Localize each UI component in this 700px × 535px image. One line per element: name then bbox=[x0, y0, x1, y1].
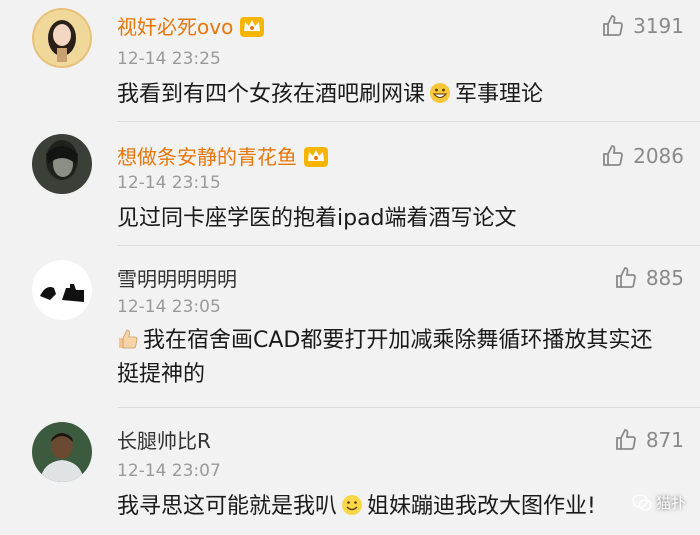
timestamp: 12-14 23:05 bbox=[117, 297, 221, 317]
comment-text-part: 军事理论 bbox=[455, 82, 544, 107]
comment-text-part: 我在宿舍画CAD都要打开加减乘除舞循环播放其实还挺提神的 bbox=[117, 328, 653, 387]
comment-text-part: 我寻思这可能就是我叭 bbox=[117, 494, 338, 519]
watermark: 猫扑 bbox=[632, 492, 686, 513]
thumbs-up-icon bbox=[615, 429, 636, 450]
avatar[interactable] bbox=[32, 260, 92, 320]
like-button[interactable]: 871 bbox=[614, 428, 684, 452]
username-text[interactable]: 雪明明明明明 bbox=[117, 266, 237, 292]
comment-text: 我看到有四个女孩在酒吧刷网课 军事理论 bbox=[117, 78, 677, 112]
timestamp: 12-14 23:25 bbox=[117, 49, 221, 69]
smile-emoji-icon bbox=[341, 493, 363, 515]
thumbs-up-icon bbox=[603, 145, 623, 166]
comment-text-part: 姐妹蹦迪我改大图作业! bbox=[367, 494, 596, 519]
like-count: 871 bbox=[645, 428, 684, 452]
timestamp: 12-14 23:07 bbox=[117, 461, 221, 481]
username-text[interactable]: 视奸必死ovo bbox=[117, 14, 233, 40]
avatar[interactable] bbox=[32, 422, 92, 482]
comment-item: 视奸必死ovo 12-14 23:25 3191 我看到有四个女孩在酒吧刷网课 军… bbox=[0, 0, 700, 122]
comment-item: 长腿帅比R 12-14 23:07 871 我寻思这可能就是我叭 姐妹蹦迪我改大图… bbox=[0, 408, 700, 535]
vip-crown-icon bbox=[239, 14, 265, 40]
vip-crown-icon bbox=[303, 144, 329, 170]
thumbs-up-icon bbox=[603, 15, 623, 36]
watermark-text: 猫扑 bbox=[655, 494, 686, 512]
username[interactable]: 想做条安静的青花鱼 bbox=[117, 144, 329, 170]
like-count: 2086 bbox=[633, 144, 684, 168]
avatar[interactable] bbox=[32, 134, 92, 194]
username[interactable]: 雪明明明明明 bbox=[117, 266, 237, 292]
timestamp: 12-14 23:15 bbox=[117, 173, 221, 193]
comment-text-part: 我看到有四个女孩在酒吧刷网课 bbox=[117, 82, 426, 107]
comment-item: 雪明明明明明 12-14 23:05 885 我在宿舍画CAD都要打开加减乘除舞… bbox=[0, 246, 700, 408]
thumbs-up-icon bbox=[615, 267, 636, 288]
like-count: 3191 bbox=[633, 14, 684, 38]
grin-emoji-icon bbox=[429, 81, 451, 103]
comment-text: 见过同卡座学医的抱着ipad端着酒写论文 bbox=[117, 206, 517, 231]
wechat-icon bbox=[632, 493, 652, 511]
comment-text: 我寻思这可能就是我叭 姐妹蹦迪我改大图作业! bbox=[117, 490, 677, 524]
avatar[interactable] bbox=[32, 8, 92, 68]
thumbs-up-emoji-icon bbox=[117, 327, 139, 349]
comment-text: 我在宿舍画CAD都要打开加减乘除舞循环播放其实还挺提神的 bbox=[117, 324, 657, 392]
like-button[interactable]: 885 bbox=[614, 266, 684, 290]
like-button[interactable]: 2086 bbox=[601, 144, 684, 168]
like-button[interactable]: 3191 bbox=[601, 14, 684, 38]
username-text[interactable]: 想做条安静的青花鱼 bbox=[117, 144, 297, 170]
comment-item: 想做条安静的青花鱼 12-14 23:15 2086 见过同卡座学医的抱着ipa… bbox=[0, 122, 700, 246]
like-count: 885 bbox=[645, 266, 684, 290]
username-text[interactable]: 长腿帅比R bbox=[117, 428, 211, 454]
username[interactable]: 长腿帅比R bbox=[117, 428, 211, 454]
username[interactable]: 视奸必死ovo bbox=[117, 14, 265, 40]
